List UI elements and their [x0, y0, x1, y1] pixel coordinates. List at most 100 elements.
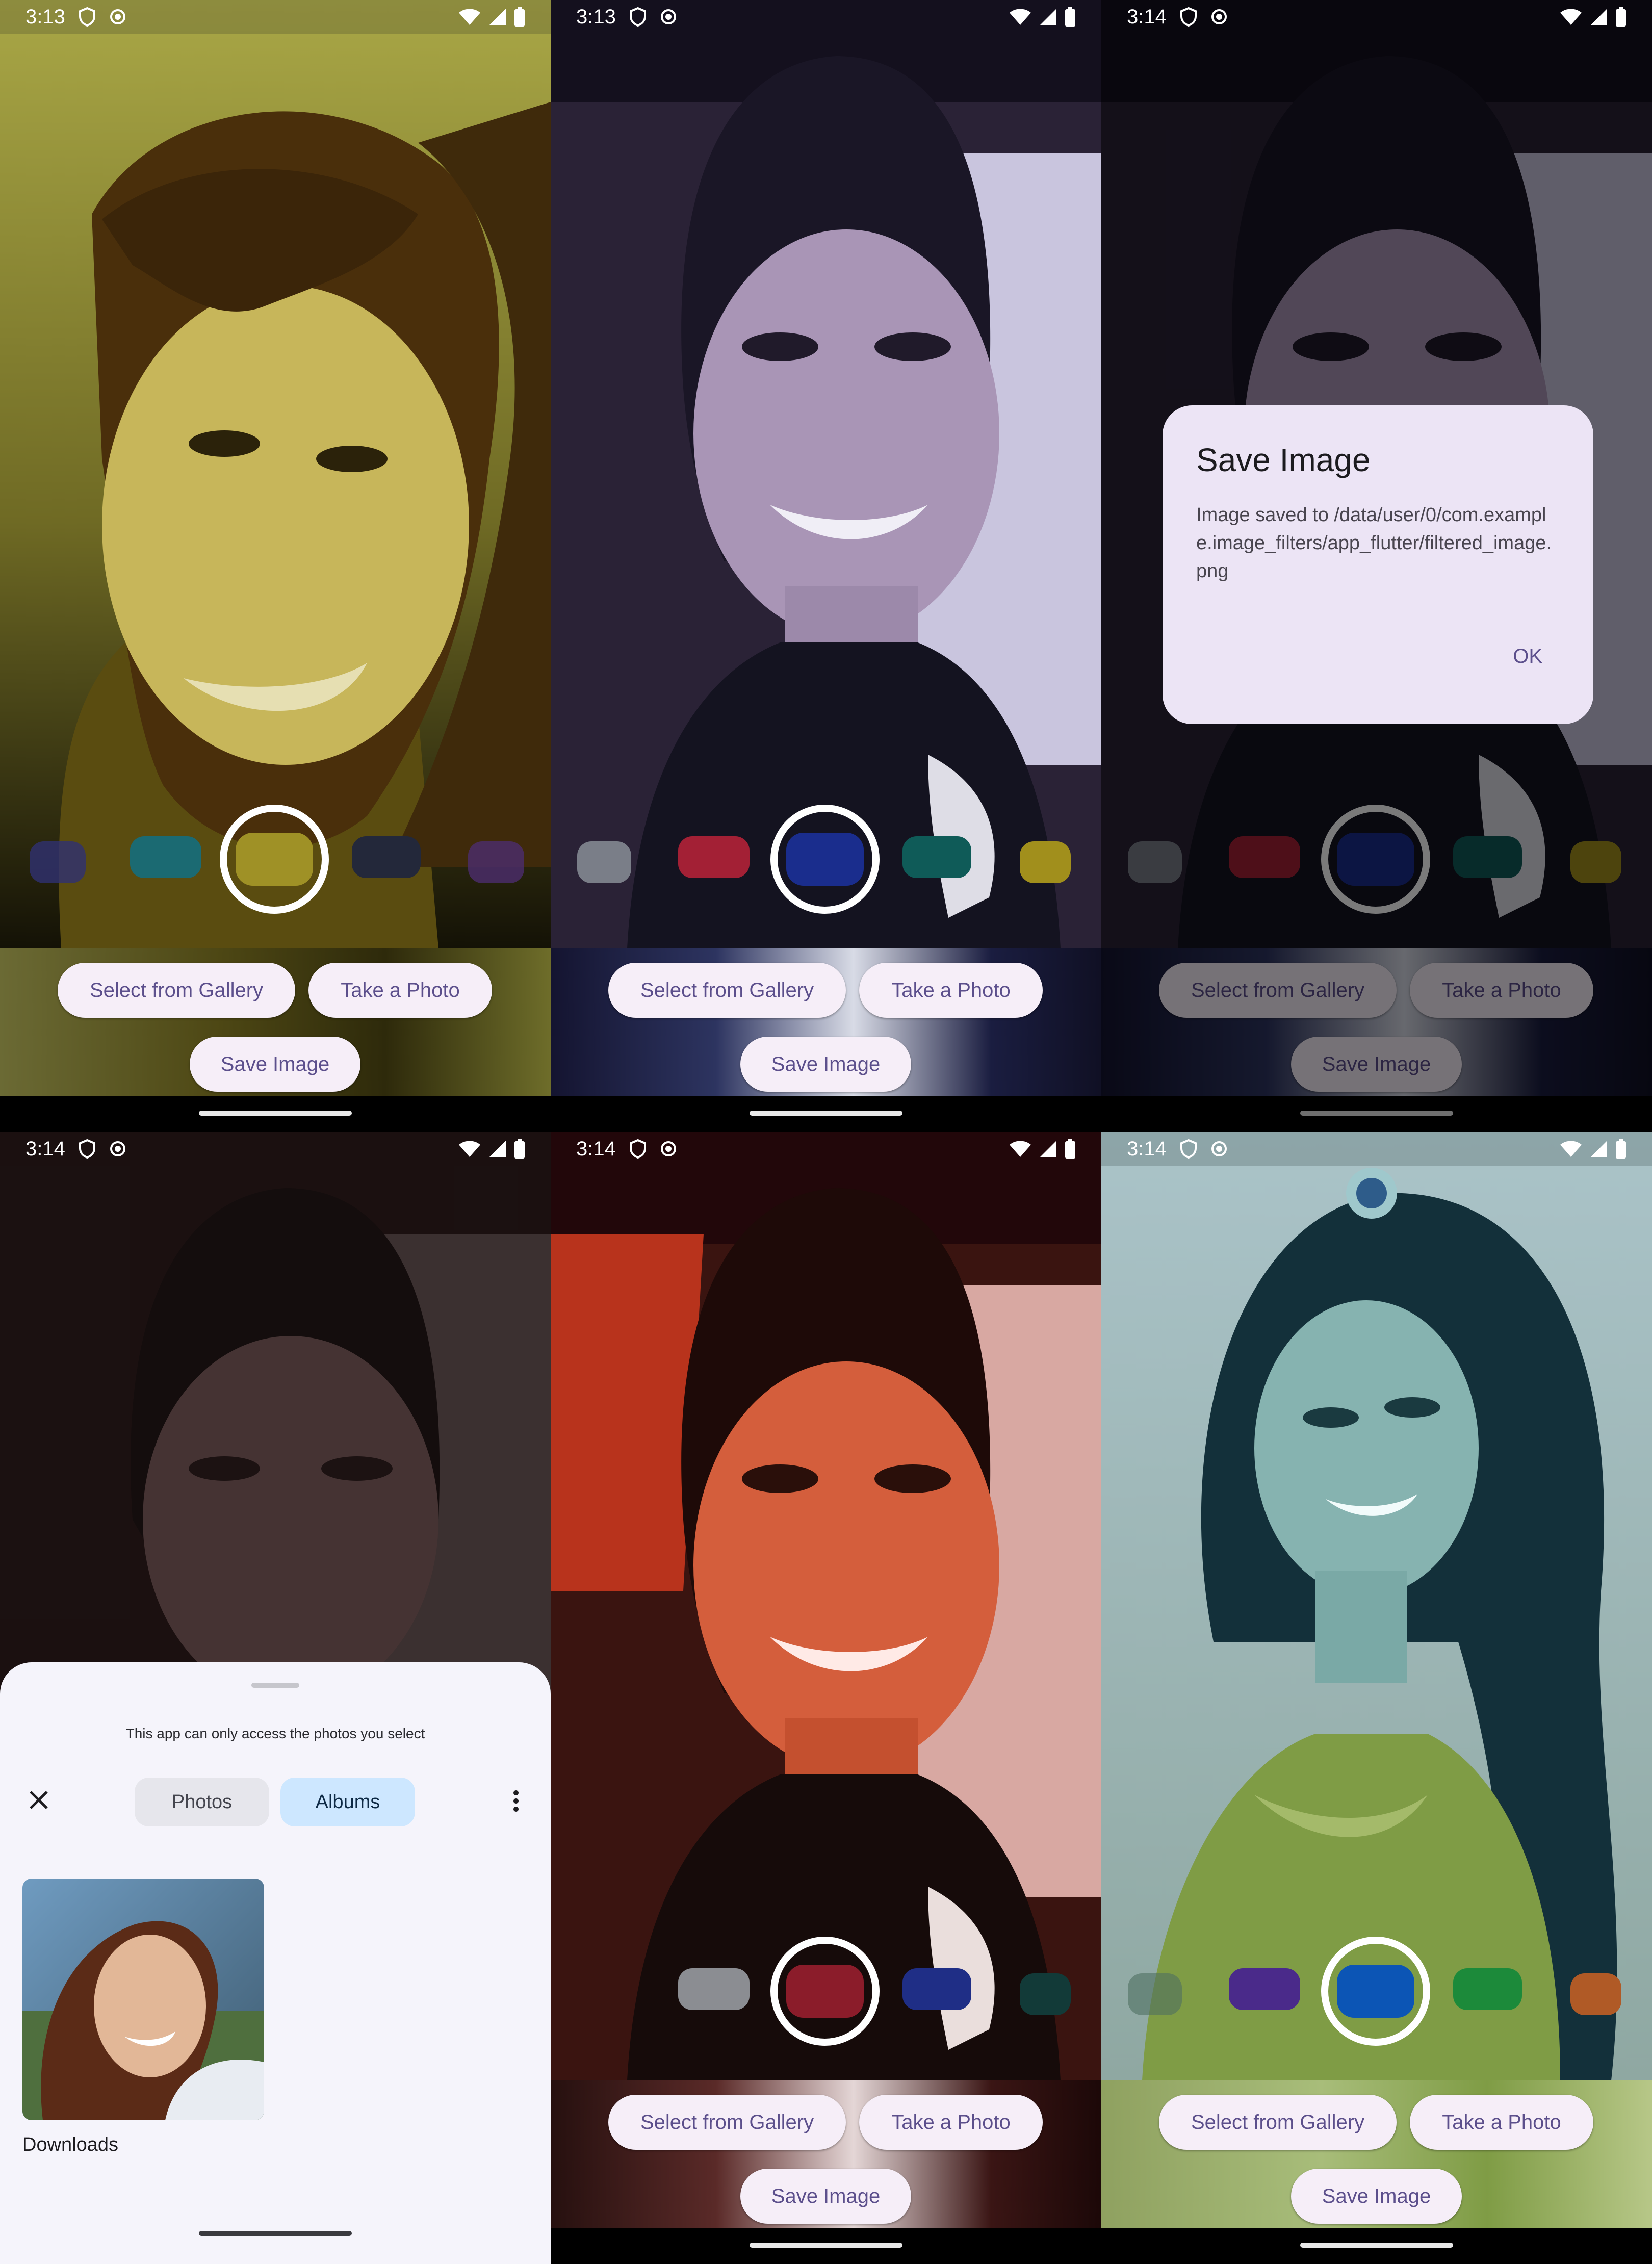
filter-swatch-red[interactable]	[678, 836, 750, 878]
save-image-button[interactable]: Save Image	[190, 1037, 360, 1092]
battery-icon	[514, 7, 525, 27]
panel-yellow-filter: Select from Gallery Take a Photo Save Im…	[0, 0, 551, 1132]
album-thumbnail[interactable]	[22, 1879, 264, 2120]
filter-swatch-blue[interactable]	[786, 833, 864, 886]
status-time: 3:14	[1127, 5, 1167, 28]
filter-swatch-indigo[interactable]	[30, 841, 86, 883]
wifi-icon	[1010, 1141, 1031, 1157]
filter-swatch-green[interactable]	[1453, 1968, 1522, 2010]
dialog-title: Save Image	[1196, 442, 1371, 478]
battery-icon	[1616, 1139, 1626, 1159]
status-time: 3:14	[25, 1137, 65, 1160]
shield-icon	[1180, 7, 1197, 27]
signal-icon	[489, 9, 506, 25]
shield-icon	[79, 1139, 95, 1159]
select-from-gallery-button[interactable]: Select from Gallery	[58, 963, 295, 1018]
filter-swatch-teal[interactable]	[902, 836, 971, 878]
home-handle[interactable]	[750, 2243, 902, 2248]
signal-icon	[1591, 1141, 1607, 1157]
wifi-icon	[459, 1141, 480, 1157]
filter-swatch-slate[interactable]	[352, 836, 421, 878]
tab-photos[interactable]: Photos	[135, 1778, 269, 1826]
status-bar: 3:13	[551, 0, 1101, 34]
battery-icon	[514, 1139, 525, 1159]
dialog-ok-button[interactable]: OK	[1513, 645, 1542, 668]
selected-filter-ring[interactable]	[220, 805, 329, 914]
filter-swatch-yellow[interactable]	[236, 833, 313, 886]
filter-swatch-orange[interactable]	[1570, 1973, 1621, 2015]
status-time: 3:13	[25, 5, 65, 28]
panel-save-dialog: Select from Gallery Take a Photo Save Im…	[1101, 0, 1652, 1132]
signal-icon	[489, 1141, 506, 1157]
circle-icon	[1211, 9, 1227, 24]
save-image-button[interactable]: Save Image	[1291, 2169, 1462, 2224]
panel-blue-filter: Select from Gallery Take a Photo Save Im…	[551, 0, 1101, 1132]
save-image-button[interactable]: Save Image	[740, 2169, 911, 2224]
navigation-bar	[551, 2228, 1101, 2264]
wifi-icon	[459, 9, 480, 25]
shield-icon	[1180, 1139, 1197, 1159]
wifi-icon	[1560, 1141, 1582, 1157]
home-handle[interactable]	[199, 1111, 352, 1116]
selected-filter-ring[interactable]	[770, 1937, 880, 2046]
select-from-gallery-button[interactable]: Select from Gallery	[1159, 2095, 1397, 2150]
select-from-gallery-button[interactable]: Select from Gallery	[608, 2095, 846, 2150]
selected-filter-ring[interactable]	[770, 805, 880, 914]
battery-icon	[1616, 7, 1626, 27]
panel-cyan-filter: Select from Gallery Take a Photo Save Im…	[1101, 1132, 1652, 2264]
filter-swatch-teal[interactable]	[130, 836, 201, 878]
close-icon[interactable]	[28, 1789, 50, 1811]
take-a-photo-button[interactable]: Take a Photo	[859, 2095, 1043, 2150]
picker-notice: This app can only access the photos you …	[125, 1726, 425, 1741]
status-bar: 3:14	[1101, 1132, 1652, 1166]
filter-swatch-purple[interactable]	[468, 841, 524, 883]
signal-icon	[1040, 1141, 1056, 1157]
filter-swatch-teal[interactable]	[1020, 1973, 1071, 2015]
status-bar: 3:13	[0, 0, 551, 34]
status-bar: 3:14	[1101, 0, 1652, 34]
filter-swatch-purple[interactable]	[1229, 1968, 1300, 2010]
save-image-button[interactable]: Save Image	[740, 1037, 911, 1092]
drag-handle[interactable]	[251, 1683, 299, 1688]
status-time: 3:13	[576, 5, 616, 28]
shield-icon	[629, 7, 646, 27]
filter-swatch-gray[interactable]	[678, 1968, 750, 2010]
save-image-dialog: Save Image Image saved to /data/user/0/c…	[1163, 405, 1593, 724]
circle-icon	[660, 1141, 676, 1156]
circle-icon	[110, 1141, 125, 1156]
select-from-gallery-button[interactable]: Select from Gallery	[608, 963, 846, 1018]
home-handle[interactable]	[1300, 2243, 1453, 2248]
signal-icon	[1591, 9, 1607, 25]
status-bar: 3:14	[551, 1132, 1101, 1166]
home-handle[interactable]	[199, 2231, 352, 2236]
album-label: Downloads	[22, 2134, 118, 2155]
panel-photo-picker: This app can only access the photos you …	[0, 1132, 551, 2264]
screenshot-collage: Select from Gallery Take a Photo Save Im…	[0, 0, 1652, 2264]
filter-swatch-red[interactable]	[786, 1965, 864, 2018]
take-a-photo-button[interactable]: Take a Photo	[859, 963, 1043, 1018]
navigation-bar	[551, 1096, 1101, 1132]
filter-swatch-yellow[interactable]	[1020, 841, 1071, 883]
take-a-photo-button[interactable]: Take a Photo	[308, 963, 492, 1018]
navigation-bar	[0, 1096, 551, 1132]
wifi-icon	[1010, 9, 1031, 25]
circle-icon	[110, 9, 125, 24]
status-time: 3:14	[1127, 1137, 1167, 1160]
dialog-message: Image saved to /data/user/0/com.example.…	[1196, 504, 1552, 582]
status-bar: 3:14	[0, 1132, 551, 1166]
battery-icon	[1065, 7, 1075, 27]
tab-albums[interactable]: Albums	[280, 1778, 415, 1826]
circle-icon	[1211, 1141, 1227, 1156]
take-a-photo-button[interactable]: Take a Photo	[1410, 2095, 1593, 2150]
filter-swatch-blue[interactable]	[902, 1968, 971, 2010]
home-handle[interactable]	[750, 1111, 902, 1116]
circle-icon	[660, 9, 676, 24]
wifi-icon	[1560, 9, 1582, 25]
navigation-bar	[1101, 2228, 1652, 2264]
selected-filter-ring[interactable]	[1321, 1937, 1430, 2046]
status-time: 3:14	[576, 1137, 616, 1160]
filter-swatch-blue[interactable]	[1337, 1965, 1414, 2018]
filter-swatch-gray[interactable]	[577, 841, 631, 883]
more-vert-icon[interactable]	[511, 1789, 521, 1813]
filter-swatch-faded[interactable]	[1128, 1973, 1182, 2015]
